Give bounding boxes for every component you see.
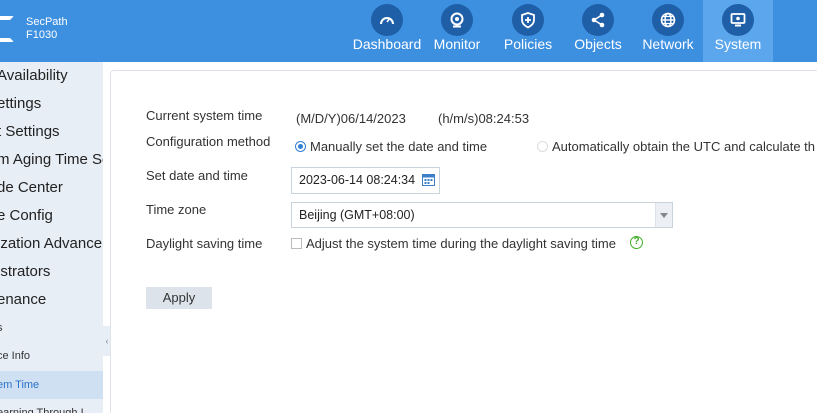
nav-dashboard[interactable]: Dashboard bbox=[352, 0, 422, 62]
dst-checkbox[interactable] bbox=[291, 238, 302, 249]
sidebar-item-config[interactable]: e Config bbox=[0, 202, 103, 230]
dst-option-label: Adjust the system time during the daylig… bbox=[306, 236, 616, 251]
manual-radio[interactable] bbox=[295, 141, 306, 152]
nav-monitor-label: Monitor bbox=[433, 36, 481, 52]
sidebar-item-administrators[interactable]: istrators bbox=[0, 258, 103, 286]
brand: SecPath F1030 bbox=[26, 16, 68, 42]
auto-radio[interactable] bbox=[537, 141, 548, 152]
manual-option-label: Manually set the date and time bbox=[310, 139, 488, 154]
set-datetime-label: Set date and time bbox=[146, 168, 248, 183]
current-time-label: Current system time bbox=[146, 108, 263, 123]
monitor-icon bbox=[722, 4, 754, 36]
auto-option-label: Automatically obtain the UTC and calcula… bbox=[552, 139, 816, 154]
nav-network-label: Network bbox=[642, 36, 694, 52]
sidebar-item-system-time[interactable]: em Time bbox=[0, 371, 103, 399]
sidebar-item-device-info[interactable]: ce Info bbox=[0, 342, 103, 370]
chevron-down-icon[interactable] bbox=[655, 203, 672, 227]
nav-objects[interactable]: Objects bbox=[570, 0, 626, 62]
sidebar-item-advanced[interactable]: ization Advance bbox=[0, 230, 103, 258]
dst-label: Daylight saving time bbox=[146, 236, 263, 251]
nav-system-label: System bbox=[714, 36, 762, 52]
brand-name: SecPath bbox=[26, 16, 68, 28]
sidebar-item-availability[interactable]: Availability bbox=[0, 62, 103, 90]
sidebar-item-learning[interactable]: earning Through I bbox=[0, 399, 103, 413]
datetime-input[interactable]: 2023-06-14 08:24:34 bbox=[291, 167, 440, 194]
nav-policies-label: Policies bbox=[503, 36, 553, 52]
sidebar: Availability ettings t Settings m Aging … bbox=[0, 62, 103, 413]
globe-icon bbox=[652, 4, 684, 36]
brand-model: F1030 bbox=[26, 29, 58, 41]
calendar-icon[interactable] bbox=[422, 173, 435, 186]
nav-system[interactable]: System bbox=[703, 0, 773, 62]
nav-objects-label: Objects bbox=[574, 36, 622, 52]
sidebar-item-settings[interactable]: ettings bbox=[0, 90, 103, 118]
sidebar-item-system-time-label: em Time bbox=[0, 379, 40, 391]
shield-icon bbox=[512, 4, 544, 36]
apply-button[interactable]: Apply bbox=[146, 287, 212, 309]
sidebar-item-upgrade-center[interactable]: de Center bbox=[0, 174, 103, 202]
webcam-icon bbox=[441, 4, 473, 36]
sidebar-item-maintenance[interactable]: enance bbox=[0, 286, 103, 314]
nav-dashboard-label: Dashboard bbox=[352, 36, 422, 52]
current-date-value: (M/D/Y)06/14/2023 bbox=[296, 111, 406, 126]
nav-policies[interactable]: Policies bbox=[500, 0, 556, 62]
nav-monitor[interactable]: Monitor bbox=[428, 0, 486, 62]
gauge-icon bbox=[371, 4, 403, 36]
current-time-value: (h/m/s)08:24:53 bbox=[438, 111, 530, 126]
sidebar-item-t-settings[interactable]: t Settings bbox=[0, 118, 103, 146]
nav-network[interactable]: Network bbox=[638, 0, 698, 62]
top-bar: SecPath F1030 Dashboard Monitor Policies… bbox=[0, 0, 817, 62]
timezone-label: Time zone bbox=[146, 202, 207, 217]
sidebar-item-aging-time[interactable]: m Aging Time Se bbox=[0, 146, 103, 174]
config-method-label: Configuration method bbox=[146, 134, 271, 149]
share-nodes-icon bbox=[582, 4, 614, 36]
timezone-select[interactable]: Beijing (GMT+08:00) bbox=[291, 202, 673, 228]
logo-icon bbox=[0, 16, 14, 42]
help-icon[interactable]: ? bbox=[630, 236, 643, 249]
sidebar-item-s[interactable]: s bbox=[0, 314, 103, 342]
